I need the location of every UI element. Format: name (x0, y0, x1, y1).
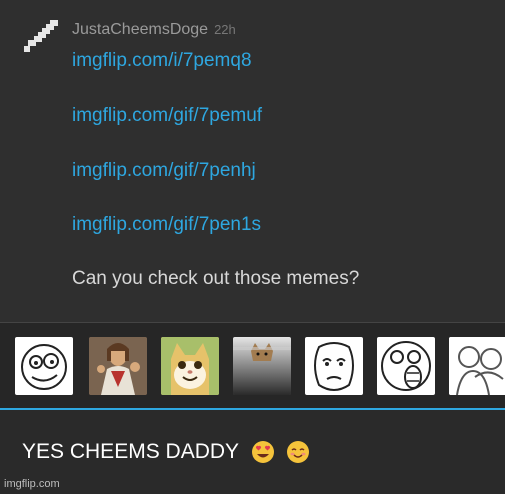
meme-link-1[interactable]: imgflip.com/i/7pemq8 (72, 50, 252, 72)
reply-text[interactable]: YES CHEEMS DADDY (22, 440, 310, 464)
comment-username[interactable]: JustaCheemsDoge 22h (72, 21, 236, 39)
lol-face-icon[interactable] (377, 337, 435, 395)
friend-hug-icon[interactable] (449, 337, 505, 395)
derp-face-icon[interactable] (15, 337, 73, 395)
smiling-blush-emoji-icon (287, 441, 310, 464)
imgflip-watermark: imgflip.com (4, 478, 60, 490)
comment-time: 22h (214, 22, 236, 37)
meme-face-picker (0, 322, 505, 409)
username-text[interactable]: JustaCheemsDoge (72, 21, 208, 38)
comment-message: Can you check out those memes? (72, 268, 360, 289)
heart-eyes-emoji-icon (251, 441, 274, 464)
ceiling-cat-icon[interactable] (233, 337, 291, 395)
reply-text-value: YES CHEEMS DADDY (22, 440, 239, 463)
reply-input-area[interactable]: YES CHEEMS DADDY (0, 408, 505, 494)
pixel-sword-avatar-icon[interactable] (22, 18, 62, 54)
meme-link-2[interactable]: imgflip.com/gif/7pemuf (72, 105, 262, 127)
meme-link-4[interactable]: imgflip.com/gif/7pen1s (72, 214, 261, 236)
buddy-christ-icon[interactable] (89, 337, 147, 395)
smiling-cat-icon[interactable] (161, 337, 219, 395)
comment-block: JustaCheemsDoge 22h imgflip.com/i/7pemq8 … (0, 0, 505, 322)
meme-link-3[interactable]: imgflip.com/gif/7penhj (72, 160, 256, 182)
okay-face-icon[interactable] (305, 337, 363, 395)
